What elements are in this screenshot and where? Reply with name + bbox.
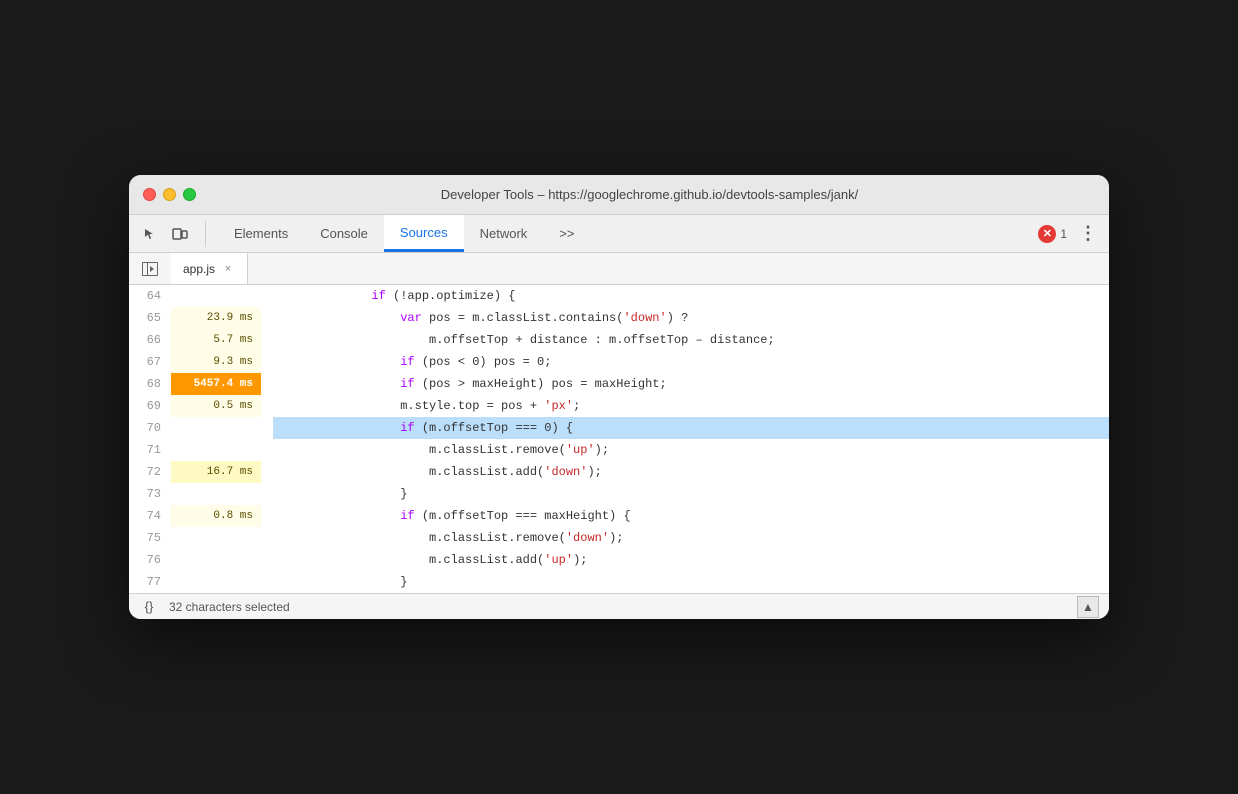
tab-more[interactable]: >>: [543, 215, 590, 252]
tab-sources[interactable]: Sources: [384, 215, 464, 252]
line-num-68: 68: [129, 373, 171, 395]
code-line-76: m.classList.add('up');: [273, 549, 1109, 571]
line-numbers-column: 64 65 66 67 68 69 70 71 72 73 74 75 76 7…: [129, 285, 171, 593]
line-num-75: 75: [129, 527, 171, 549]
error-badge[interactable]: ✕ 1: [1038, 225, 1067, 243]
timing-74: 0.8 ms: [171, 505, 261, 527]
main-toolbar: Elements Console Sources Network >> ✕: [129, 215, 1109, 253]
timing-66: 5.7 ms: [171, 329, 261, 351]
toolbar-icons-group: [137, 221, 206, 247]
timing-76: [171, 549, 261, 571]
timing-72: 16.7 ms: [171, 461, 261, 483]
code-line-67: if (pos < 0) pos = 0;: [273, 351, 1109, 373]
code-line-72: m.classList.add('down');: [273, 461, 1109, 483]
window-title: Developer Tools – https://googlechrome.g…: [204, 187, 1095, 202]
line-num-77: 77: [129, 571, 171, 593]
timing-71: [171, 439, 261, 461]
timing-64: [171, 285, 261, 307]
line-num-65: 65: [129, 307, 171, 329]
file-tab-name: app.js: [183, 262, 215, 276]
line-num-67: 67: [129, 351, 171, 373]
line-num-74: 74: [129, 505, 171, 527]
timing-69: 0.5 ms: [171, 395, 261, 417]
code-line-74: if (m.offsetTop === maxHeight) {: [273, 505, 1109, 527]
status-bar: {} 32 characters selected ▲: [129, 593, 1109, 619]
timing-68: 5457.4 ms: [171, 373, 261, 395]
main-tabs: Elements Console Sources Network >>: [218, 215, 1034, 252]
timing-77: [171, 571, 261, 593]
line-num-64: 64: [129, 285, 171, 307]
error-icon: ✕: [1038, 225, 1056, 243]
code-line-66: m.offsetTop + distance : m.offsetTop – d…: [273, 329, 1109, 351]
devtools-window: Developer Tools – https://googlechrome.g…: [129, 175, 1109, 619]
status-text: 32 characters selected: [169, 600, 290, 614]
code-line-70: if (m.offsetTop === 0) {: [273, 417, 1109, 439]
code-column: if (!app.optimize) { var pos = m.classLi…: [261, 285, 1109, 593]
code-line-65: var pos = m.classList.contains('down') ?: [273, 307, 1109, 329]
tab-elements[interactable]: Elements: [218, 215, 304, 252]
close-button[interactable]: [143, 188, 156, 201]
code-line-71: m.classList.remove('up');: [273, 439, 1109, 461]
line-num-71: 71: [129, 439, 171, 461]
toolbar-right: ✕ 1 ⋮: [1038, 221, 1101, 247]
title-bar: Developer Tools – https://googlechrome.g…: [129, 175, 1109, 215]
cursor-icon[interactable]: [137, 221, 163, 247]
code-line-73: }: [273, 483, 1109, 505]
code-line-64: if (!app.optimize) {: [273, 285, 1109, 307]
devtools-panel: Elements Console Sources Network >> ✕: [129, 215, 1109, 619]
timing-75: [171, 527, 261, 549]
scroll-to-top-button[interactable]: ▲: [1077, 596, 1099, 618]
file-tab-appjs[interactable]: app.js ×: [171, 253, 248, 284]
maximize-button[interactable]: [183, 188, 196, 201]
line-num-76: 76: [129, 549, 171, 571]
line-num-69: 69: [129, 395, 171, 417]
timing-73: [171, 483, 261, 505]
timing-column: 23.9 ms 5.7 ms 9.3 ms 5457.4 ms 0.5 ms 1…: [171, 285, 261, 593]
file-tabs-bar: app.js ×: [129, 253, 1109, 285]
timing-67: 9.3 ms: [171, 351, 261, 373]
sidebar-toggle-button[interactable]: [137, 256, 163, 282]
line-num-73: 73: [129, 483, 171, 505]
code-line-75: m.classList.remove('down');: [273, 527, 1109, 549]
more-menu-button[interactable]: ⋮: [1075, 221, 1101, 247]
line-num-70: 70: [129, 417, 171, 439]
code-line-68: if (pos > maxHeight) pos = maxHeight;: [273, 373, 1109, 395]
traffic-lights: [143, 188, 196, 201]
device-toolbar-icon[interactable]: [167, 221, 193, 247]
tab-network[interactable]: Network: [464, 215, 544, 252]
line-num-72: 72: [129, 461, 171, 483]
format-icon[interactable]: {}: [139, 597, 159, 617]
code-editor: 64 65 66 67 68 69 70 71 72 73 74 75 76 7…: [129, 285, 1109, 593]
code-line-69: m.style.top = pos + 'px';: [273, 395, 1109, 417]
minimize-button[interactable]: [163, 188, 176, 201]
code-line-77: }: [273, 571, 1109, 593]
line-num-66: 66: [129, 329, 171, 351]
tab-console[interactable]: Console: [304, 215, 384, 252]
file-tab-close-button[interactable]: ×: [221, 262, 235, 276]
timing-65: 23.9 ms: [171, 307, 261, 329]
timing-70: [171, 417, 261, 439]
